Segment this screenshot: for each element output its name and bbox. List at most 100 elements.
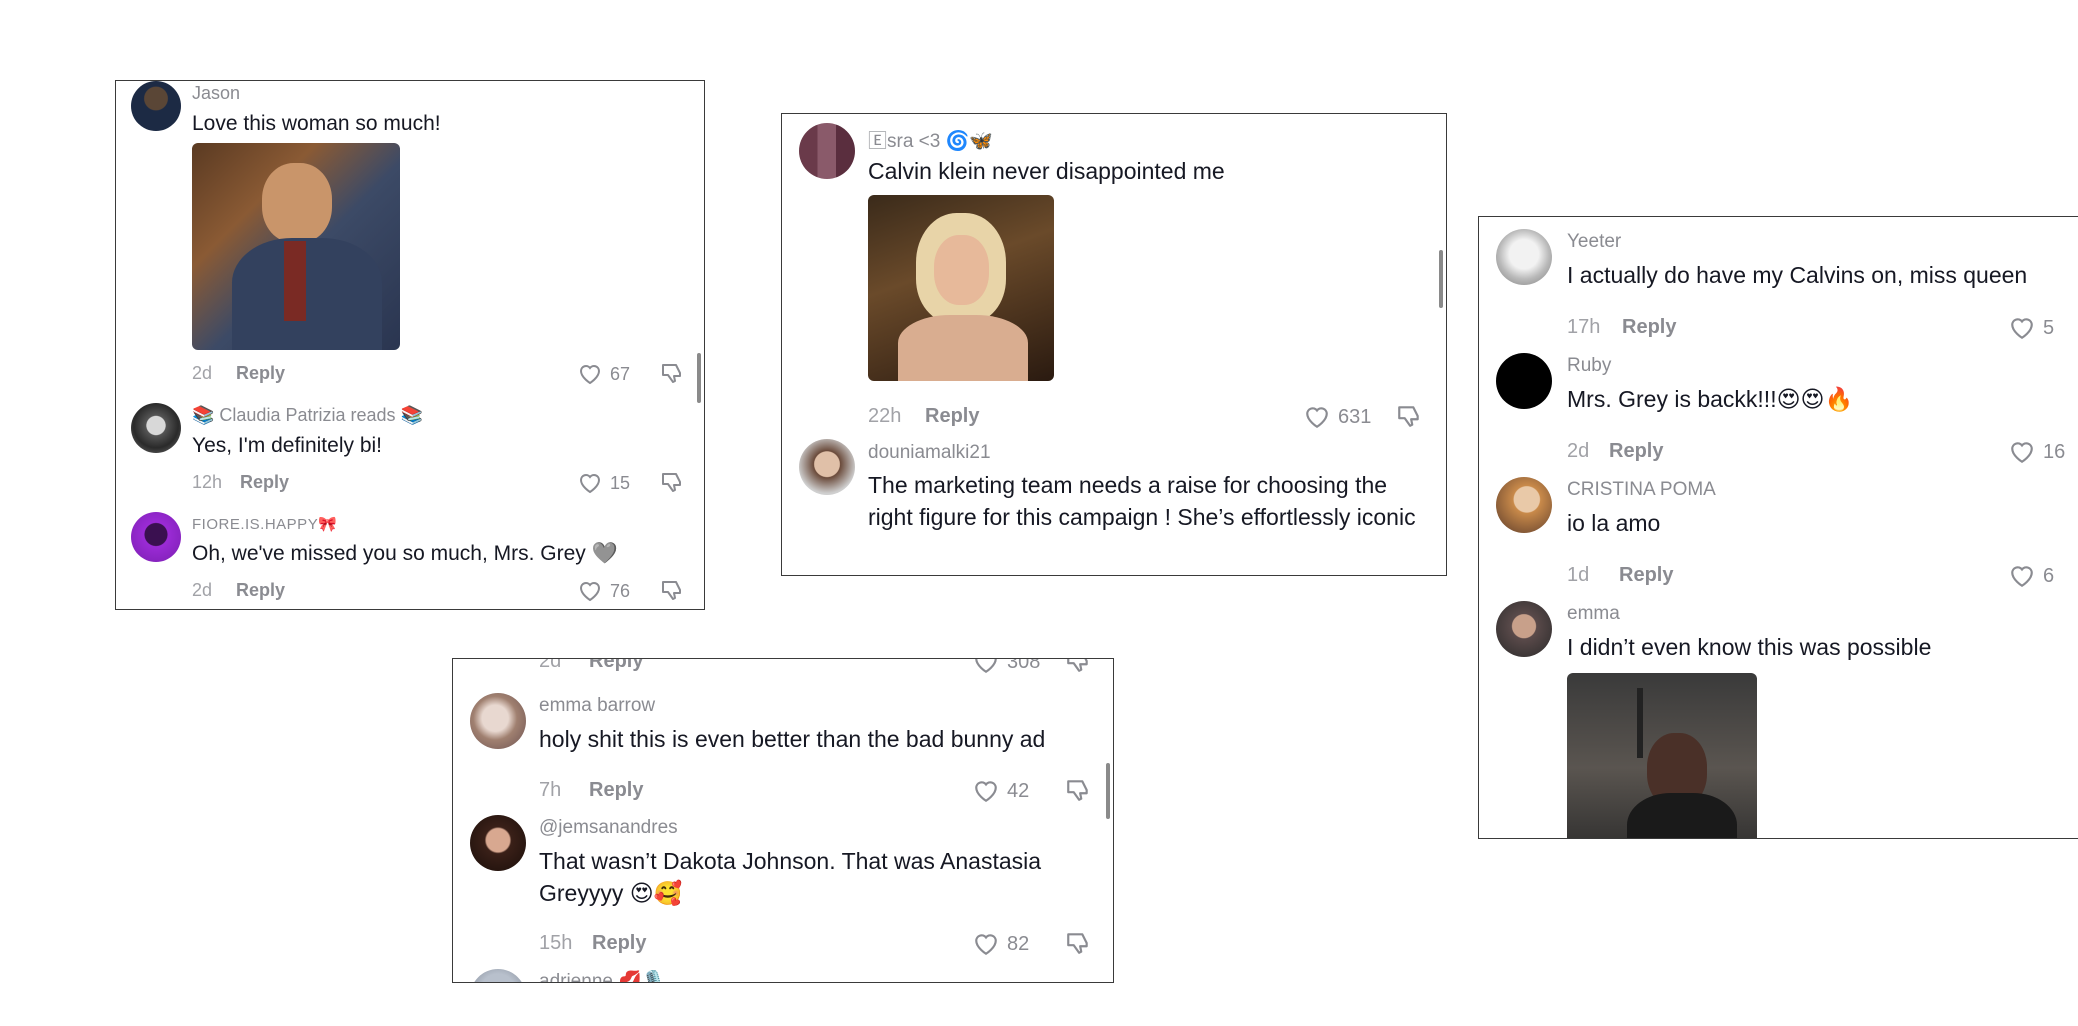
avatar[interactable] — [131, 81, 181, 131]
comment-text: Mrs. Grey is backk!!!😍😍🔥 — [1567, 386, 1854, 412]
reply-button[interactable]: Reply — [1619, 564, 1673, 587]
comment-actions: 7h Reply 42 — [453, 779, 1113, 809]
like-button[interactable]: 67 — [578, 363, 630, 385]
comment-actions: 2d Reply 76 — [116, 578, 704, 609]
reply-button[interactable]: Reply — [925, 405, 979, 428]
avatar[interactable] — [470, 969, 526, 982]
dislike-button[interactable] — [1065, 930, 1091, 961]
comment-actions-partial: 2d Reply 308 — [453, 658, 1113, 680]
reply-button[interactable]: Reply — [1622, 316, 1676, 339]
like-button[interactable]: 76 — [578, 580, 630, 602]
heart-outline-icon — [2011, 566, 2033, 588]
scrollbar[interactable] — [1106, 763, 1110, 819]
comment-text: Oh, we've missed you so much, Mrs. Grey … — [192, 542, 618, 565]
avatar[interactable] — [1496, 601, 1552, 657]
comment-panel-4: 2d Reply 308 emma barrow holy shit this … — [452, 658, 1114, 983]
like-button[interactable]: 308 — [973, 659, 1040, 674]
comment-actions: 15h Reply 82 — [453, 932, 1113, 962]
thumbs-down-icon — [662, 581, 681, 600]
comment-username[interactable]: Ruby — [1567, 355, 1611, 377]
avatar[interactable] — [470, 693, 526, 749]
heart-outline-icon — [579, 582, 601, 602]
like-count: 6 — [2043, 564, 2055, 587]
reply-button[interactable]: Reply — [589, 779, 643, 802]
avatar[interactable] — [1496, 353, 1552, 409]
like-button[interactable]: 82 — [973, 932, 1029, 956]
like-button[interactable]: 6 — [2009, 564, 2054, 588]
comment-text: Yes, I'm definitely bi! — [192, 434, 382, 457]
comment-text: holy shit this is even better than the b… — [539, 726, 1046, 752]
avatar[interactable] — [799, 439, 855, 495]
heart-outline-icon — [579, 474, 601, 494]
comment-time: 1d — [1567, 564, 1590, 586]
comment-actions: 2d Reply 67 — [116, 363, 704, 393]
comment-time: 22h — [868, 405, 902, 427]
avatar[interactable] — [1496, 477, 1552, 533]
reply-button[interactable]: Reply — [1609, 440, 1663, 463]
heart-outline-icon — [2011, 318, 2033, 340]
comment-text: io la amo — [1567, 510, 1661, 536]
comment-panel-2: 🄴sra <3 🌀🦋 Calvin klein never disappoint… — [781, 113, 1447, 576]
reply-button[interactable]: Reply — [240, 472, 289, 493]
comment-username[interactable]: emma — [1567, 603, 1620, 625]
like-button[interactable]: 42 — [973, 779, 1029, 803]
comment-gif-image[interactable] — [868, 195, 1054, 381]
heart-outline-icon — [2011, 442, 2033, 464]
reply-button[interactable]: Reply — [236, 580, 285, 601]
reply-button[interactable]: Reply — [592, 932, 646, 955]
like-button[interactable]: 5 — [2009, 316, 2054, 340]
comment-username[interactable]: douniamalki21 — [868, 442, 991, 464]
like-count: 82 — [1007, 932, 1030, 955]
comment-actions: 2d Reply 16 — [1479, 440, 2078, 470]
comment-time: 17h — [1567, 316, 1601, 338]
avatar[interactable] — [799, 123, 855, 179]
avatar[interactable] — [131, 403, 181, 453]
comment-username[interactable]: adrienne 💋🎙️ — [539, 969, 666, 982]
reply-button[interactable]: Reply — [589, 659, 643, 673]
thumbs-down-icon — [1398, 406, 1419, 427]
reply-button[interactable]: Reply — [236, 363, 285, 384]
avatar[interactable] — [131, 512, 181, 562]
scrollbar[interactable] — [1439, 250, 1443, 308]
comment-username[interactable]: 📚 Claudia Patrizia reads 📚 — [192, 405, 423, 426]
comment-time: 7h — [539, 779, 562, 801]
comment-username[interactable]: CRISTINA POMA — [1567, 479, 1716, 501]
like-count: 15 — [610, 472, 631, 493]
comment-panel-3: Yeeter I actually do have my Calvins on,… — [1478, 216, 2078, 839]
scrollbar[interactable] — [697, 353, 701, 403]
comment-username[interactable]: emma barrow — [539, 695, 655, 717]
avatar[interactable] — [1496, 229, 1552, 285]
dislike-button[interactable] — [660, 361, 684, 390]
comment-text: I didn’t even know this was possible — [1567, 634, 1932, 660]
comment-username[interactable]: @jemsanandres — [539, 817, 678, 839]
comment-time: 2d — [539, 658, 562, 672]
dislike-button[interactable] — [1396, 403, 1422, 434]
comment-time: 12h — [192, 472, 223, 492]
like-count: 76 — [610, 580, 631, 601]
comment-username[interactable]: FIORE.IS.HAPPY🎀 — [192, 515, 337, 533]
comment-gif-image[interactable] — [1567, 673, 1757, 838]
thumbs-down-icon — [1067, 659, 1088, 672]
like-button[interactable]: 15 — [578, 472, 630, 494]
like-count: 42 — [1007, 779, 1030, 802]
comment-username[interactable]: Jason — [192, 83, 240, 104]
comment-username[interactable]: 🄴sra <3 🌀🦋 — [868, 126, 993, 153]
dislike-button[interactable] — [660, 470, 684, 499]
comment-gif-image[interactable] — [192, 143, 400, 350]
comment-time: 2d — [1567, 440, 1590, 462]
thumbs-down-icon — [662, 473, 681, 492]
comment-time: 2d — [192, 363, 213, 383]
comment-username[interactable]: Yeeter — [1567, 231, 1621, 253]
heart-outline-icon — [1306, 407, 1328, 429]
heart-outline-icon — [975, 781, 997, 803]
dislike-button[interactable] — [660, 578, 684, 607]
avatar[interactable] — [470, 815, 526, 871]
dislike-button[interactable] — [1065, 777, 1091, 808]
dislike-button[interactable] — [1065, 659, 1091, 679]
like-count: 631 — [1338, 405, 1372, 428]
like-count: 67 — [610, 363, 631, 384]
comment-actions: 17h Reply 5 — [1479, 316, 2078, 346]
like-button[interactable]: 631 — [1304, 405, 1371, 429]
like-count: 16 — [2043, 440, 2066, 463]
like-button[interactable]: 16 — [2009, 440, 2065, 464]
